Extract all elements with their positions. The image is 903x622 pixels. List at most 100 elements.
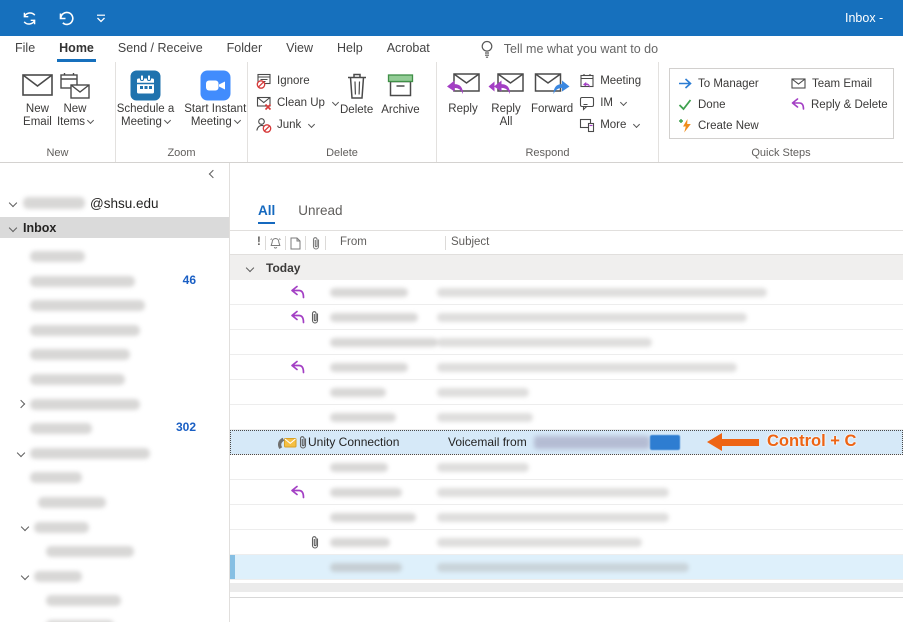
schedule-meeting-button[interactable]: Schedule a Meeting — [117, 67, 175, 129]
redacted-folder-name — [34, 571, 82, 582]
filter-tabs: All Unread — [258, 203, 343, 224]
sidebar-folder-item[interactable] — [0, 465, 229, 490]
menu-tab-home[interactable]: Home — [47, 36, 106, 62]
ribbon-group-quick-steps: To Manager Done Create New — [659, 62, 903, 162]
menu-tab-send-receive[interactable]: Send / Receive — [106, 36, 215, 62]
meeting-button[interactable]: Meeting — [579, 70, 641, 92]
redacted-folder-name — [46, 546, 134, 557]
message-row[interactable] — [230, 330, 903, 355]
sidebar-folder-item[interactable] — [0, 342, 229, 367]
sidebar-folder-item[interactable] — [0, 539, 229, 564]
sidebar-folder-item[interactable] — [0, 293, 229, 318]
window-title: Inbox - — [845, 0, 883, 36]
quick-step-team-email[interactable]: Team Email — [791, 73, 888, 94]
sidebar-folder-item[interactable] — [0, 318, 229, 343]
redacted-from — [330, 338, 438, 347]
menu-tab-acrobat[interactable]: Acrobat — [375, 36, 442, 62]
message-row[interactable] — [230, 280, 903, 305]
sidebar-folder-item[interactable] — [0, 244, 229, 269]
paperclip-icon — [298, 435, 308, 450]
message-row-selected-voicemail[interactable]: Unity ConnectionVoicemail fromControl + … — [230, 430, 903, 455]
sidebar-folder-item[interactable]: 302 — [0, 416, 229, 441]
sidebar-folder-item[interactable] — [0, 441, 229, 466]
undo-icon[interactable] — [54, 7, 76, 29]
new-email-icon — [22, 67, 53, 103]
message-row[interactable] — [230, 380, 903, 405]
junk-button[interactable]: Junk — [256, 114, 340, 136]
tab-unread[interactable]: Unread — [298, 203, 342, 224]
chevron-right-icon[interactable] — [17, 399, 25, 407]
new-items-icon — [59, 67, 91, 103]
message-row[interactable] — [230, 355, 903, 380]
sidebar-folder-item[interactable] — [0, 490, 229, 515]
sidebar-folder-item[interactable] — [0, 588, 229, 613]
send-receive-sync-icon[interactable] — [18, 7, 40, 29]
sidebar-folder-item[interactable] — [0, 367, 229, 392]
sidebar-folder-item[interactable] — [0, 564, 229, 589]
menu-tab-view[interactable]: View — [274, 36, 325, 62]
quick-step-to-manager[interactable]: To Manager — [678, 73, 791, 94]
new-items-button[interactable]: New Items — [57, 67, 93, 129]
ignore-button[interactable]: Ignore — [256, 70, 340, 92]
column-header-from[interactable]: From — [340, 236, 367, 248]
attachment-column-icon[interactable] — [311, 236, 321, 251]
reminder-bell-icon[interactable] — [269, 237, 282, 250]
chevron-down-icon — [234, 117, 241, 124]
start-instant-meeting-button[interactable]: Start Instant Meeting — [184, 67, 246, 129]
title-bar: Inbox - — [0, 0, 903, 36]
redacted-from — [330, 488, 402, 497]
message-row[interactable] — [230, 480, 903, 505]
more-button[interactable]: More — [579, 114, 641, 136]
sidebar-folder-item[interactable] — [0, 515, 229, 540]
paperclip-icon — [310, 535, 320, 550]
quick-step-create-new[interactable]: Create New — [678, 115, 791, 136]
redacted-folder-name — [30, 423, 92, 434]
sidebar-folder-item[interactable] — [0, 392, 229, 417]
meeting-icon — [579, 73, 595, 89]
group-header-today[interactable]: Today — [230, 255, 903, 280]
chevron-down-icon — [246, 263, 254, 271]
sidebar-folder-item[interactable]: 46 — [0, 269, 229, 294]
importance-column-icon[interactable]: ! — [257, 236, 261, 248]
sidebar-item-inbox[interactable]: Inbox — [0, 217, 229, 238]
account-header[interactable]: @shsu.edu — [0, 192, 230, 214]
tab-all[interactable]: All — [258, 203, 275, 224]
chevron-down-icon — [620, 98, 627, 105]
archive-icon — [387, 68, 414, 104]
sidebar-folder-item[interactable] — [0, 613, 229, 622]
customize-toolbar-icon[interactable] — [90, 7, 112, 29]
menu-bar: FileHomeSend / ReceiveFolderViewHelpAcro… — [0, 36, 903, 62]
unread-count-badge: 46 — [183, 273, 196, 287]
chevron-down-icon[interactable] — [17, 449, 25, 457]
collapse-folder-pane-icon[interactable] — [205, 166, 221, 182]
arrow-right-icon — [678, 77, 692, 90]
clean-up-icon — [256, 95, 272, 111]
message-from: Unity Connection — [308, 435, 399, 449]
message-row[interactable] — [230, 505, 903, 530]
replied-arrow-icon — [290, 285, 305, 299]
message-row[interactable] — [230, 530, 903, 555]
clean-up-button[interactable]: Clean Up — [256, 92, 340, 114]
redacted-from — [330, 463, 388, 472]
redacted-subject — [437, 513, 669, 522]
im-button[interactable]: IM — [579, 92, 641, 114]
chevron-down-icon[interactable] — [21, 522, 29, 530]
quick-step-done[interactable]: Done — [678, 94, 791, 115]
menu-tab-help[interactable]: Help — [325, 36, 375, 62]
chevron-down-icon[interactable] — [21, 571, 29, 579]
new-email-button[interactable]: New Email — [22, 67, 53, 129]
message-subject: Voicemail from — [448, 435, 527, 449]
message-row-highlighted[interactable] — [230, 555, 903, 580]
quick-step-reply-delete[interactable]: Reply & Delete — [791, 94, 888, 115]
message-row[interactable] — [230, 305, 903, 330]
message-row[interactable] — [230, 455, 903, 480]
message-row[interactable] — [230, 405, 903, 430]
item-type-column-icon[interactable] — [290, 237, 301, 250]
tell-me-box[interactable]: Tell me what you want to do — [480, 40, 658, 58]
redacted-folder-name — [38, 497, 106, 508]
menu-tab-file[interactable]: File — [3, 36, 47, 62]
content-area: @shsu.edu Inbox 46 302 All Unread ! — [0, 163, 903, 622]
menu-tab-folder[interactable]: Folder — [215, 36, 274, 62]
column-header-subject[interactable]: Subject — [451, 236, 489, 248]
chevron-down-icon — [633, 120, 640, 127]
